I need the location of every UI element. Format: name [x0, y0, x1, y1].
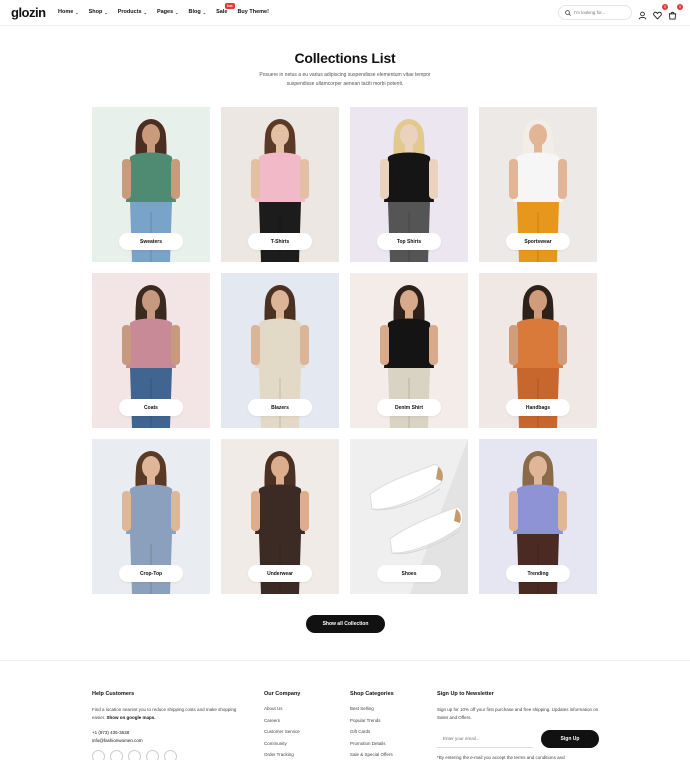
collection-label[interactable]: Crop-Top [119, 565, 183, 582]
site-footer: Help Customers Find a location nearest y… [0, 660, 690, 760]
pinterest-icon[interactable] [164, 750, 177, 760]
collection-label[interactable]: Coats [119, 399, 183, 416]
chevron-down-icon: ⌄ [175, 9, 179, 15]
search-input[interactable] [574, 10, 630, 15]
nav-item-products[interactable]: Products ⌄ [118, 9, 147, 15]
footer-link-community[interactable]: Community [264, 741, 300, 753]
collection-card-sweaters[interactable]: Sweaters [92, 107, 210, 262]
nav-item-label: Buy Theme! [237, 9, 269, 15]
collection-card-trending[interactable]: Trending [479, 439, 597, 594]
nav-item-label: Pages [156, 9, 174, 15]
main-nav: Home ⌄ Shop ⌄ Products ⌄ Pages ⌄ Blog ⌄ Sale hot Buy… [58, 3, 269, 15]
footer-help-text: Find a location nearest you to reduce sh… [92, 706, 242, 722]
collection-card-coats[interactable]: Coats [92, 273, 210, 428]
collection-card-crop-top[interactable]: Crop-Top [92, 439, 210, 594]
footer-link-order-tracking[interactable]: Order Tracking [264, 752, 300, 760]
nav-item-pages[interactable]: Pages ⌄ [157, 9, 179, 15]
footer-phone[interactable]: +1 (973) 435-3638 [92, 729, 242, 737]
chevron-down-icon: ⌄ [143, 9, 147, 15]
nav-item-label: Home [58, 9, 74, 15]
nav-item-shop[interactable]: Shop ⌄ [89, 9, 108, 15]
cart-count-badge: 0 [677, 4, 683, 10]
footer-link-customer-service[interactable]: Customer Service [264, 729, 300, 741]
nav-item-label: Blog [188, 9, 201, 15]
footer-categories-column: Shop Categories Best Selling Popular Tren… [350, 691, 394, 760]
newsletter-terms-note: *By entering the e-mail you accept the t… [437, 755, 565, 760]
collection-label[interactable]: Sportswear [506, 233, 570, 250]
collection-card-t-shirts[interactable]: T-Shirts [221, 107, 339, 262]
nav-item-sale[interactable]: Sale hot [216, 3, 235, 15]
newsletter-title: Sign Up to Newsletter [437, 691, 494, 697]
search-box[interactable] [558, 5, 632, 20]
user-icon [638, 11, 647, 20]
show-all-collection-button[interactable]: Show all Collection [306, 615, 385, 633]
footer-category-link-sale-special-offers[interactable]: Sale & Special Offers [350, 752, 394, 760]
collection-card-shoes[interactable]: Shoes [350, 439, 468, 594]
newsletter-signup-button[interactable]: Sign Up [541, 730, 599, 748]
google-maps-link[interactable]: Show on google maps. [107, 715, 156, 720]
tiktok-icon[interactable] [146, 750, 159, 760]
collection-label[interactable]: Shoes [377, 565, 441, 582]
chevron-down-icon: ⌄ [75, 9, 79, 15]
nav-item-label: Shop [88, 9, 103, 15]
footer-link-careers[interactable]: Careers [264, 718, 300, 730]
footer-category-link-popular-trends[interactable]: Popular Trends [350, 718, 394, 730]
collection-card-blazers[interactable]: Blazers [221, 273, 339, 428]
nav-item-blog[interactable]: Blog ⌄ [189, 9, 207, 15]
collections-grid: Sweaters T-Shirts Top Shirts Sportswear Coat… [92, 107, 599, 594]
footer-categories-title: Shop Categories [350, 691, 394, 697]
page-subtitle: Posuere in netus a eu varius adipiscing … [259, 72, 431, 87]
collection-label[interactable]: Trending [506, 565, 570, 582]
footer-newsletter-column: Sign Up to Newsletter Sign up for 10% of… [437, 691, 599, 760]
footer-company-title: Our Company [264, 691, 301, 697]
collection-label[interactable]: T-Shirts [248, 233, 312, 250]
collection-label[interactable]: Top Shirts [377, 233, 441, 250]
newsletter-text: Sign up for 10% off your first purchase … [437, 707, 599, 720]
collection-label[interactable]: Blazers [248, 399, 312, 416]
nav-item-buy-theme[interactable]: Buy Theme! [237, 9, 268, 15]
site-header: glozin Home ⌄ Shop ⌄ Products ⌄ Pages ⌄ Blog ⌄ Sal… [0, 0, 690, 26]
footer-help-title: Help Customers [92, 691, 135, 697]
footer-category-link-gift-cards[interactable]: Gift Cards [350, 729, 394, 741]
collection-label[interactable]: Handbags [506, 399, 570, 416]
nav-item-label: Sale [216, 9, 228, 15]
page-title: Collections List [294, 50, 396, 66]
account-button[interactable] [638, 7, 649, 20]
nav-item-label: Products [117, 9, 142, 15]
footer-category-link-best-selling[interactable]: Best Selling [350, 706, 394, 718]
collection-label[interactable]: Sweaters [119, 233, 183, 250]
footer-link-about-us[interactable]: About Us [264, 706, 300, 718]
collection-card-sportswear[interactable]: Sportswear [479, 107, 597, 262]
cart-button[interactable]: 0 [668, 4, 683, 20]
collection-card-top-shirts[interactable]: Top Shirts [350, 107, 468, 262]
search-icon [565, 9, 571, 16]
collection-card-underwear[interactable]: Underwear [221, 439, 339, 594]
cart-icon [668, 11, 677, 20]
wishlist-button[interactable]: 0 [653, 4, 668, 20]
footer-company-column: Our Company About Us Careers Customer Serv… [264, 691, 300, 760]
footer-category-link-promotion-details[interactable]: Promotion Details [350, 741, 394, 753]
footer-help-column: Help Customers Find a location nearest y… [92, 691, 242, 760]
collection-card-denim-shirt[interactable]: Denim Shirt [350, 273, 468, 428]
social-links [92, 750, 242, 760]
collection-card-handbags[interactable]: Handbags [479, 273, 597, 428]
collection-label[interactable]: Denim Shirt [377, 399, 441, 416]
footer-email[interactable]: info@fashionwomen.com [92, 737, 242, 745]
footer-company-links: About Us Careers Customer Service Community… [264, 706, 300, 760]
chevron-down-icon: ⌄ [104, 9, 108, 15]
collection-label[interactable]: Underwear [248, 565, 312, 582]
nav-item-home[interactable]: Home ⌄ [58, 9, 79, 15]
footer-category-links: Best Selling Popular Trends Gift Cards Prom… [350, 706, 394, 760]
facebook-icon[interactable] [92, 750, 105, 760]
chevron-down-icon: ⌄ [202, 9, 207, 15]
hot-badge: hot [225, 3, 235, 9]
instagram-icon[interactable] [128, 750, 141, 760]
logo[interactable]: glozin [11, 5, 46, 20]
newsletter-email-input[interactable] [437, 730, 533, 748]
twitter-icon[interactable] [110, 750, 123, 760]
heart-icon [653, 11, 662, 20]
